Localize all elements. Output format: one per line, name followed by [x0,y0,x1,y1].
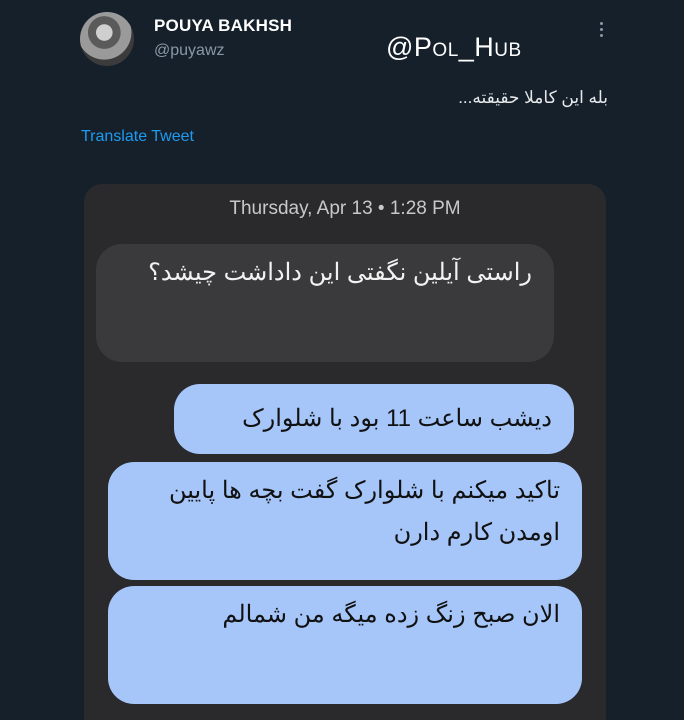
avatar[interactable] [80,12,134,66]
chat-date-stamp: Thursday, Apr 13 • 1:28 PM [229,198,461,219]
tweet-text: بله این کاملا حقیقته... [458,88,608,107]
tweet-header: POUYA BAKHSH @puyawz @Pol_Hub [80,12,670,72]
user-handle[interactable]: @puyawz [154,42,225,60]
display-name[interactable]: POUYA BAKHSH [154,16,292,36]
message-bubble-sent: الان صبح زنگ زده میگه من شمالم [108,586,582,704]
chat-screenshot: Thursday, Apr 13 • 1:28 PM راستی آیلین ن… [84,184,606,720]
message-bubble-sent: تاکید میکنم با شلوارک گفت بچه ها پایین ا… [108,462,582,580]
translate-tweet-link[interactable]: Translate Tweet [81,128,194,146]
more-vertical-icon[interactable] [596,22,606,42]
message-bubble-received: راستی آیلین نگفتی این داداشت چیشد؟ [96,244,554,362]
message-bubble-sent: دیشب ساعت 11 بود با شلوارک [174,384,574,454]
watermark: @Pol_Hub [386,32,522,62]
